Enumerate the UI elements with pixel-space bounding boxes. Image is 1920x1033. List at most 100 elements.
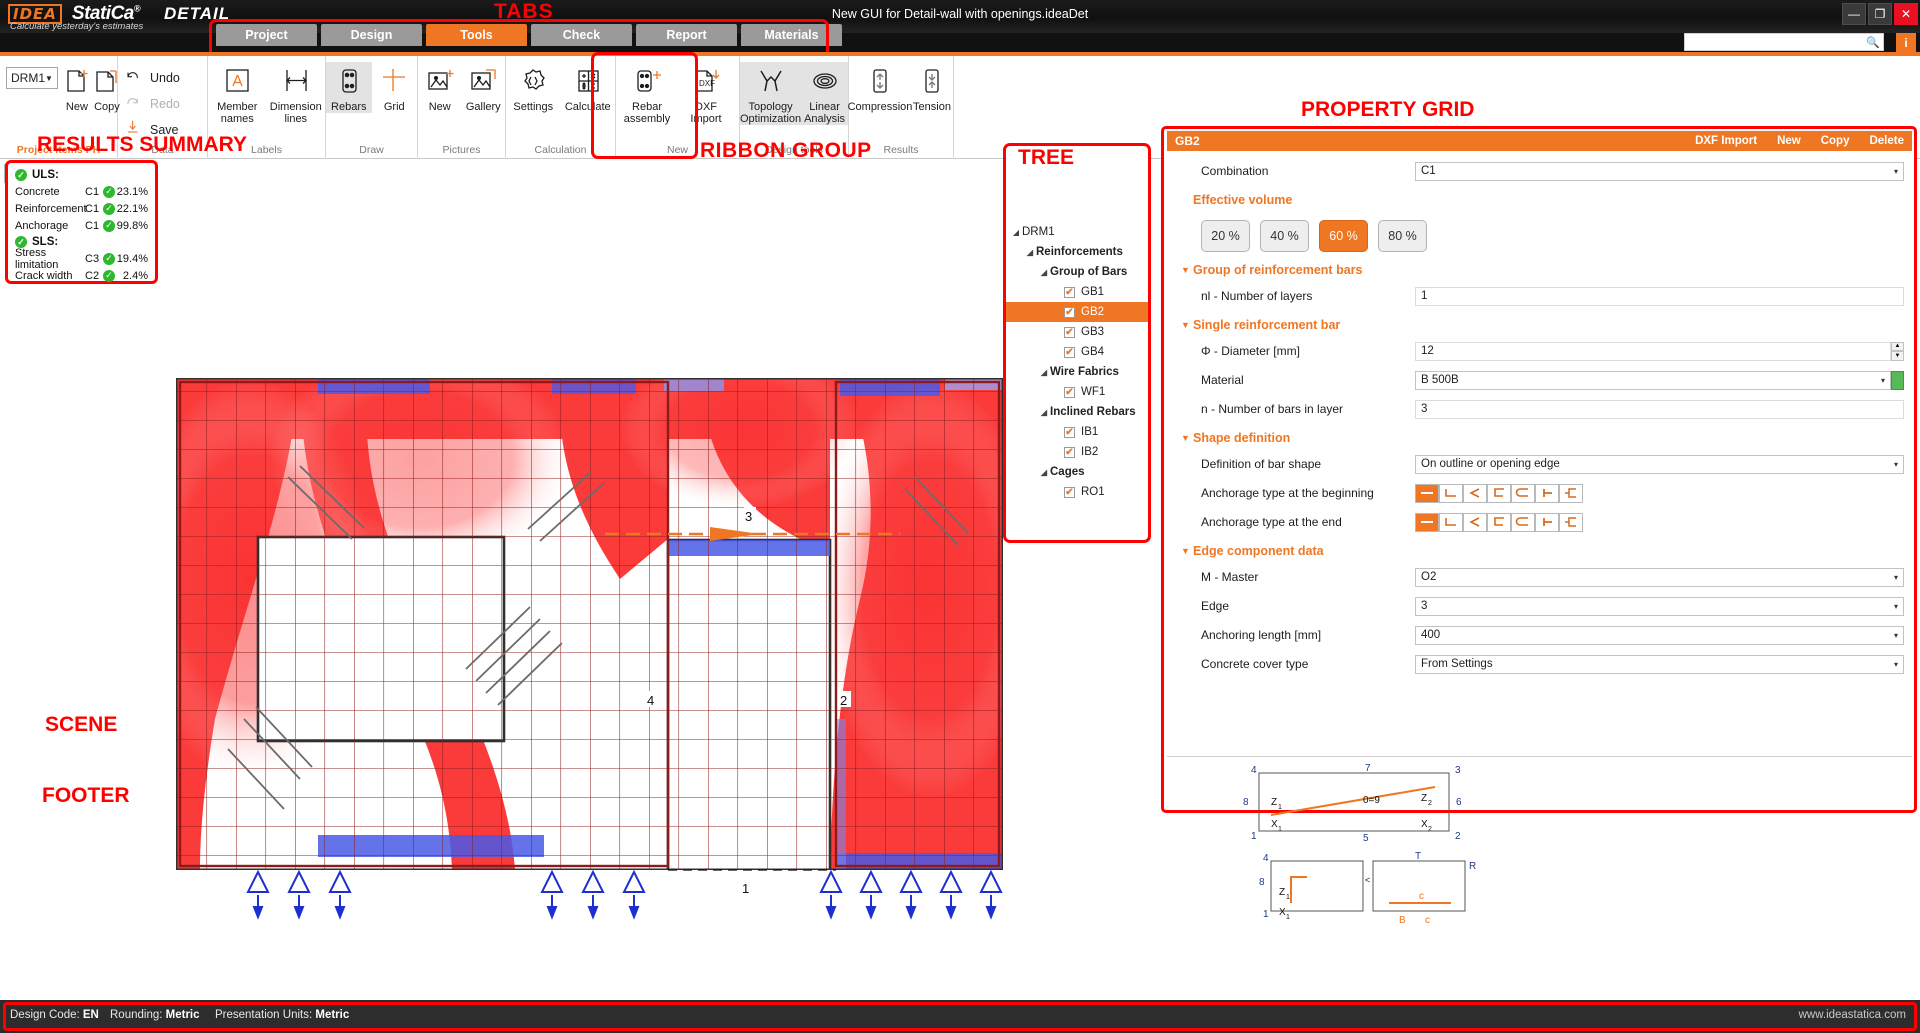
close-icon[interactable]: ✕ [1894, 3, 1918, 25]
undo-button[interactable]: Undo [124, 66, 180, 89]
add-material-button[interactable] [1891, 371, 1904, 390]
tree-item-ib1[interactable]: ✔IB1 [1006, 422, 1148, 442]
expand-arrow-icon[interactable]: ◢ [1038, 468, 1050, 477]
search-input[interactable]: 🔍 [1684, 33, 1884, 51]
anchorage-option-straight[interactable] [1415, 513, 1439, 532]
pg-action-new[interactable]: New [1777, 135, 1801, 147]
value-input[interactable]: 3 [1415, 400, 1904, 419]
anchorage-option-head[interactable] [1535, 484, 1559, 503]
anchorage-option-hook[interactable] [1463, 513, 1487, 532]
ribbon-button-gallery[interactable]: Gallery [462, 62, 506, 113]
ribbon-button-topology-optimization[interactable]: Topology Optimization [740, 62, 801, 125]
expand-arrow-icon[interactable]: ◢ [1038, 408, 1050, 417]
anchorage-option-bent-u[interactable] [1487, 484, 1511, 503]
diameter-input[interactable]: 12 [1415, 342, 1891, 361]
anchorage-option-head[interactable] [1535, 513, 1559, 532]
visibility-checkbox[interactable]: ✔ [1064, 287, 1075, 298]
anchorage-option-hook[interactable] [1463, 484, 1487, 503]
visibility-checkbox[interactable]: ✔ [1064, 427, 1075, 438]
anchorage-type-picker[interactable] [1415, 484, 1583, 503]
anchorage-option-plate[interactable] [1559, 484, 1583, 503]
scene-viewport[interactable]: 3 4 2 1 [0, 159, 1165, 1000]
pg-action-dxf-import[interactable]: DXF Import [1695, 135, 1757, 147]
tree-item-gb3[interactable]: ✔GB3 [1006, 322, 1148, 342]
ribbon-button-dimension-lines[interactable]: Dimension lines [267, 62, 326, 125]
collapse-caret-icon[interactable]: ▼ [1175, 546, 1193, 556]
tree-item-wire-fabrics[interactable]: ◢Wire Fabrics [1006, 362, 1148, 382]
value-dropdown[interactable]: O2▾ [1415, 568, 1904, 587]
anchorage-option-bend-l[interactable] [1439, 513, 1463, 532]
tree-item-group-of-bars[interactable]: ◢Group of Bars [1006, 262, 1148, 282]
combination-dropdown[interactable]: C1▾ [1415, 162, 1904, 181]
effective-volume-60[interactable]: 60 % [1319, 220, 1368, 252]
anchorage-option-bent-u[interactable] [1487, 513, 1511, 532]
project-tree[interactable]: ◢DRM1◢Reinforcements◢Group of Bars✔GB1✔G… [1006, 222, 1148, 540]
tree-item-inclined-rebars[interactable]: ◢Inclined Rebars [1006, 402, 1148, 422]
tree-item-gb2[interactable]: ✔GB2 [1006, 302, 1148, 322]
ribbon-button-compression[interactable]: Compression [849, 62, 911, 113]
anchorage-option-loop[interactable] [1511, 484, 1535, 503]
diameter-spinner[interactable]: ▲▼ [1891, 342, 1904, 361]
tree-item-reinforcements[interactable]: ◢Reinforcements [1006, 242, 1148, 262]
help-icon[interactable]: i [1896, 33, 1916, 52]
maximize-icon[interactable]: ❐ [1868, 3, 1892, 25]
tree-item-ro1[interactable]: ✔RO1 [1006, 482, 1148, 502]
tree-item-wf1[interactable]: ✔WF1 [1006, 382, 1148, 402]
ribbon-button-linear-analysis[interactable]: Linear Analysis [801, 62, 848, 125]
visibility-checkbox[interactable]: ✔ [1064, 307, 1075, 318]
anchorage-option-bend-l[interactable] [1439, 484, 1463, 503]
visibility-checkbox[interactable]: ✔ [1064, 487, 1075, 498]
ribbon-button-new[interactable]: New [62, 62, 92, 113]
project-item-selector[interactable]: DRM1▼ [6, 67, 58, 89]
section-single-reinforcement-bar[interactable]: ▼Single reinforcement bar [1175, 315, 1904, 335]
anchorage-type-picker[interactable] [1415, 513, 1583, 532]
tree-item-gb4[interactable]: ✔GB4 [1006, 342, 1148, 362]
collapse-caret-icon[interactable]: ▼ [1175, 320, 1193, 330]
collapse-caret-icon[interactable]: ▼ [1175, 265, 1193, 275]
visibility-checkbox[interactable]: ✔ [1064, 347, 1075, 358]
material-dropdown[interactable]: B 500B▾ [1415, 371, 1891, 390]
ribbon-button-dxf-import[interactable]: DXFDXF Import [678, 62, 734, 125]
minimize-icon[interactable]: — [1842, 3, 1866, 25]
pg-action-copy[interactable]: Copy [1821, 135, 1850, 147]
tab-materials[interactable]: Materials [741, 24, 842, 46]
section-edge-component-data[interactable]: ▼Edge component data [1175, 541, 1904, 561]
value-input[interactable]: 1 [1415, 287, 1904, 306]
ribbon-button-rebars[interactable]: Rebars [326, 62, 372, 113]
collapse-caret-icon[interactable]: ▼ [1175, 433, 1193, 443]
redo-button[interactable]: Redo [124, 92, 180, 115]
ribbon-button-tension[interactable]: Tension [911, 62, 953, 113]
expand-arrow-icon[interactable]: ◢ [1024, 248, 1036, 257]
website-link[interactable]: www.ideastatica.com [1799, 1009, 1906, 1021]
tab-check[interactable]: Check [531, 24, 632, 46]
value-dropdown[interactable]: On outline or opening edge▾ [1415, 455, 1904, 474]
ribbon-button-grid[interactable]: Grid [372, 62, 418, 113]
anchorage-option-loop[interactable] [1511, 513, 1535, 532]
tree-item-gb1[interactable]: ✔GB1 [1006, 282, 1148, 302]
visibility-checkbox[interactable]: ✔ [1064, 447, 1075, 458]
anchorage-option-straight[interactable] [1415, 484, 1439, 503]
ribbon-button-calculate[interactable]: Calculate [561, 62, 616, 113]
ribbon-button-member-names[interactable]: Member names [208, 62, 267, 125]
effective-volume-40[interactable]: 40 % [1260, 220, 1309, 252]
tab-report[interactable]: Report [636, 24, 737, 46]
value-dropdown[interactable]: From Settings▾ [1415, 655, 1904, 674]
tree-item-drm1[interactable]: ◢DRM1 [1006, 222, 1148, 242]
value-dropdown[interactable]: 400▾ [1415, 626, 1904, 645]
anchorage-option-plate[interactable] [1559, 513, 1583, 532]
tab-tools[interactable]: Tools [426, 24, 527, 46]
effective-volume-80[interactable]: 80 % [1378, 220, 1427, 252]
section-shape-definition[interactable]: ▼Shape definition [1175, 428, 1904, 448]
tree-item-cages[interactable]: ◢Cages [1006, 462, 1148, 482]
visibility-checkbox[interactable]: ✔ [1064, 387, 1075, 398]
value-dropdown[interactable]: 3▾ [1415, 597, 1904, 616]
tab-design[interactable]: Design [321, 24, 422, 46]
ribbon-button-settings[interactable]: Settings [506, 62, 561, 113]
section-group-of-reinforcement-bars[interactable]: ▼Group of reinforcement bars [1175, 260, 1904, 280]
ribbon-button-new[interactable]: New [418, 62, 462, 113]
expand-arrow-icon[interactable]: ◢ [1038, 268, 1050, 277]
expand-arrow-icon[interactable]: ◢ [1038, 368, 1050, 377]
expand-arrow-icon[interactable]: ◢ [1010, 228, 1022, 237]
effective-volume-20[interactable]: 20 % [1201, 220, 1250, 252]
tree-item-ib2[interactable]: ✔IB2 [1006, 442, 1148, 462]
